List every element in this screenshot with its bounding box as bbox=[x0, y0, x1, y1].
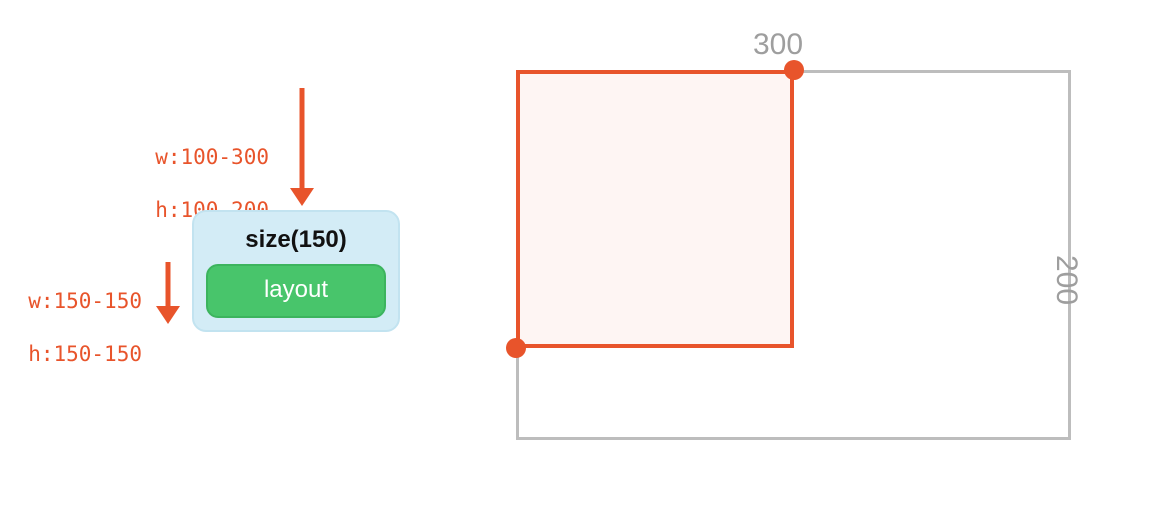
constraint-outgoing-h: h:150-150 bbox=[28, 342, 142, 366]
constraint-incoming-label: w:100-300 h:100-200 bbox=[34, 118, 269, 223]
outer-width-label: 300 bbox=[753, 28, 803, 62]
handle-dot-icon bbox=[506, 338, 526, 358]
size-modifier-node: size(150) layout bbox=[192, 210, 400, 332]
arrow-down-icon bbox=[156, 262, 180, 324]
outer-height-label: 200 bbox=[1049, 255, 1083, 305]
constraint-outgoing-label: w:150-150 h:150-150 bbox=[0, 262, 142, 367]
arrow-down-icon bbox=[290, 88, 314, 206]
constraint-outgoing-w: w:150-150 bbox=[28, 289, 142, 313]
constraint-incoming-w: w:100-300 bbox=[155, 145, 269, 169]
constraint-inner-box bbox=[516, 70, 794, 348]
layout-child-node: layout bbox=[206, 264, 386, 318]
size-node-title: size(150) bbox=[206, 226, 386, 254]
handle-dot-icon bbox=[784, 60, 804, 80]
